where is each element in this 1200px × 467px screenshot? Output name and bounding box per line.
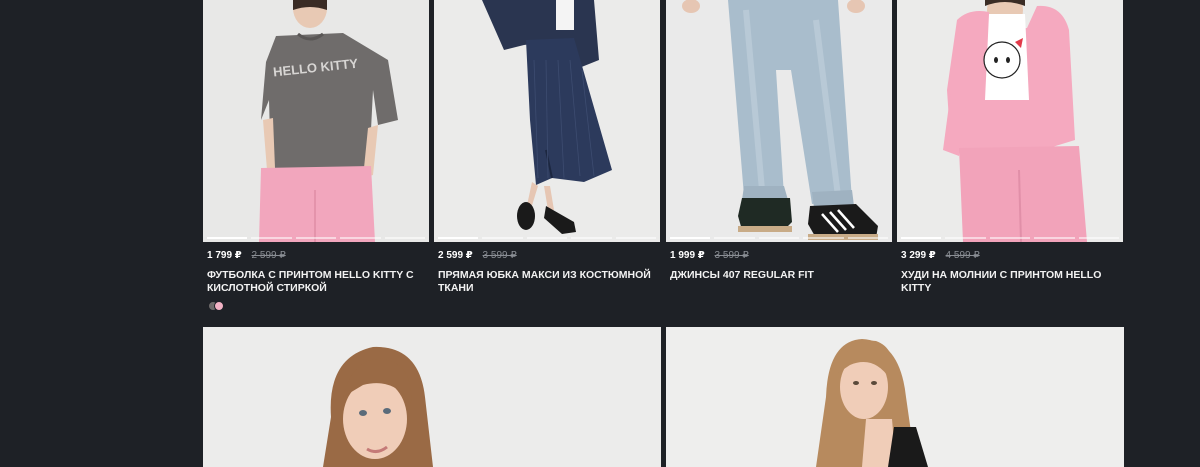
product-grid: HELLO KITTY 1 799 ₽ 2 599 ₽ Футболка с п… [203, 0, 1124, 467]
product-title[interactable]: Джинсы 407 Regular Fit [666, 269, 892, 282]
price-block: 1 799 ₽ 2 599 ₽ [203, 250, 429, 264]
slide-indicator[interactable] [989, 237, 1031, 239]
slide-indicator[interactable] [803, 237, 844, 239]
product-image[interactable] [434, 0, 660, 242]
price-block: 2 599 ₽ 3 599 ₽ [434, 250, 660, 264]
product-image-large[interactable] [203, 327, 661, 467]
slide-indicator[interactable] [340, 237, 381, 239]
image-slider[interactable] [670, 237, 889, 239]
hoodie-photo [897, 0, 1123, 242]
product-card[interactable]: 1 999 ₽ 3 599 ₽ Джинсы 407 Regular Fit [666, 0, 892, 282]
slide-indicator[interactable] [670, 237, 711, 239]
jeans-photo [666, 0, 892, 242]
color-swatch-pink[interactable] [214, 301, 224, 311]
slide-indicator[interactable] [714, 237, 755, 239]
product-image[interactable]: HELLO KITTY [203, 0, 429, 242]
image-slider[interactable] [901, 237, 1120, 239]
tshirt-photo: HELLO KITTY [203, 0, 429, 242]
slide-indicator[interactable] [295, 237, 337, 239]
price-block: 1 999 ₽ 3 599 ₽ [666, 250, 892, 264]
slide-indicator[interactable] [384, 237, 426, 239]
old-price: 2 599 ₽ [251, 250, 286, 261]
current-price: 1 799 ₽ [207, 250, 242, 261]
slide-indicator[interactable] [758, 237, 800, 239]
product-card[interactable]: 2 599 ₽ 3 599 ₽ Прямая юбка макси из кос… [434, 0, 660, 295]
product-card[interactable]: HELLO KITTY 1 799 ₽ 2 599 ₽ Футболка с п… [203, 0, 429, 311]
slide-indicator[interactable] [1034, 237, 1075, 239]
slide-indicator[interactable] [571, 237, 612, 239]
current-price: 3 299 ₽ [901, 250, 936, 261]
image-slider[interactable] [438, 237, 657, 239]
product-image[interactable] [666, 0, 892, 242]
slide-indicator[interactable] [526, 237, 568, 239]
product-title[interactable]: Футболка с принтом Hello Kitty с кислотн… [203, 269, 429, 295]
slide-indicator[interactable] [615, 237, 657, 239]
image-slider[interactable] [207, 237, 426, 239]
product-image-large[interactable] [666, 327, 1124, 467]
slide-indicator[interactable] [438, 237, 479, 239]
slide-indicator[interactable] [251, 237, 292, 239]
product-title[interactable]: Прямая юбка макси из костюмной ткани [434, 269, 660, 295]
slide-indicator[interactable] [901, 237, 942, 239]
old-price: 3 599 ₽ [714, 250, 749, 261]
price-block: 3 299 ₽ 4 599 ₽ [897, 250, 1123, 264]
model-photo [203, 327, 661, 467]
product-image[interactable] [897, 0, 1123, 242]
color-swatches [203, 301, 429, 311]
slide-indicator[interactable] [207, 237, 248, 239]
slide-indicator[interactable] [1078, 237, 1120, 239]
skirt-photo [434, 0, 660, 242]
product-card[interactable]: 3 299 ₽ 4 599 ₽ Худи на молнии с принтом… [897, 0, 1123, 295]
slide-indicator[interactable] [482, 237, 523, 239]
old-price: 3 599 ₽ [482, 250, 517, 261]
old-price: 4 599 ₽ [945, 250, 980, 261]
model-photo [666, 327, 1124, 467]
slide-indicator[interactable] [847, 237, 889, 239]
current-price: 2 599 ₽ [438, 250, 473, 261]
current-price: 1 999 ₽ [670, 250, 705, 261]
slide-indicator[interactable] [945, 237, 986, 239]
product-title[interactable]: Худи на молнии с принтом Hello Kitty [897, 269, 1123, 295]
